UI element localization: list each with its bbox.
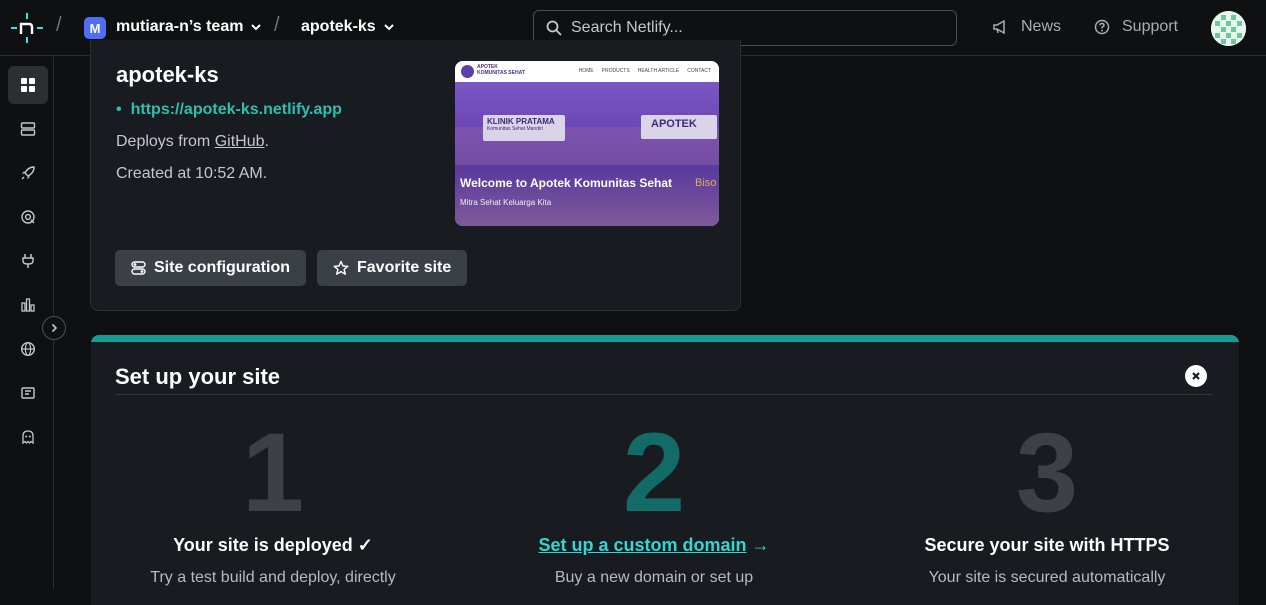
preview-hero: KLINIK PRATAMA Komunitas Sehat Mandiri A… — [455, 82, 719, 226]
breadcrumb-separator: / — [274, 14, 280, 36]
sidebar-item-domains[interactable] — [8, 330, 48, 368]
globe-icon — [20, 341, 36, 357]
breadcrumb-separator: / — [56, 14, 62, 36]
step-title: Secure your site with HTTPS — [924, 535, 1170, 555]
favorite-site-label: Favorite site — [357, 259, 452, 276]
deploy-source-prefix: Deploys from — [116, 133, 215, 150]
step-description: Your site is secured automatically — [928, 569, 1166, 586]
site-overview-card: apotek-ks • https://apotek-ks.netlify.ap… — [90, 40, 741, 311]
setup-step-3: 3 Secure your site with HTTPS Your site … — [887, 417, 1207, 590]
preview-sign-right: APOTEK — [641, 115, 717, 139]
sidebar-item-logs[interactable] — [8, 198, 48, 236]
created-at: Created at 10:52 AM. — [116, 165, 268, 182]
logs-icon — [21, 210, 35, 224]
preview-nav: HOME PRODUCTS HEALTH ARTICLE CONTACT — [579, 68, 711, 74]
overview-icon — [21, 78, 35, 92]
star-icon — [333, 260, 349, 275]
step-number: 3 — [1015, 410, 1079, 535]
chevron-down-icon — [251, 24, 262, 31]
chevron-down-icon — [383, 24, 394, 31]
identicon-icon — [1211, 11, 1246, 46]
setup-divider — [115, 394, 1213, 395]
close-button[interactable] — [1185, 365, 1207, 387]
site-configuration-label: Site configuration — [154, 259, 290, 276]
deploy-source: Deploys from GitHub. — [116, 133, 269, 151]
preview-logo-icon — [461, 65, 474, 78]
github-link[interactable]: GitHub — [215, 133, 265, 150]
arrow-right-icon: → — [751, 535, 770, 555]
sidebar-item-deploy-rocket[interactable] — [8, 154, 48, 192]
team-avatar: M — [84, 17, 106, 39]
setup-step-2: 2 Set up a custom domain → Buy a new dom… — [494, 417, 814, 590]
user-avatar[interactable] — [1211, 11, 1246, 46]
search-placeholder: Search Netlify... — [571, 19, 683, 36]
search-icon — [546, 20, 562, 36]
preview-sign-left-line2: Komunitas Sehat Mandiri — [487, 126, 543, 132]
sidebar-item-overview[interactable] — [8, 66, 48, 104]
site-name: apotek-ks — [301, 18, 376, 35]
site-configuration-button[interactable]: Site configuration — [115, 250, 306, 286]
forms-icon — [21, 387, 35, 399]
support-link[interactable]: Support — [1094, 18, 1178, 36]
ghost-icon — [22, 430, 34, 445]
team-name: mutiara-n’s team — [116, 18, 244, 35]
preview-brand-line2: KOMUNITAS SEHAT — [477, 70, 525, 76]
custom-domain-link-text: Set up a custom domain — [538, 535, 747, 555]
preview-nav-item: HOME — [578, 68, 594, 74]
preview-subline: Mitra Sehat Keluarga Kita — [460, 198, 552, 207]
sidebar-item-analytics[interactable] — [8, 286, 48, 324]
news-link[interactable]: News — [992, 18, 1061, 36]
custom-domain-link[interactable]: Set up a custom domain → — [494, 535, 814, 556]
preview-headline: Welcome to Apotek Komunitas Sehat — [460, 176, 673, 190]
analytics-icon — [21, 298, 35, 312]
setup-step-1: 1 Your site is deployed ✓ Try a test bui… — [113, 417, 433, 590]
setup-accent-bar — [91, 335, 1239, 342]
megaphone-icon — [993, 19, 1005, 35]
netlify-logo-icon[interactable] — [10, 12, 44, 44]
team-switcher[interactable]: mutiara-n’s team — [116, 18, 262, 36]
sidebar-item-deploys[interactable] — [8, 110, 48, 148]
preview-brand: APOTEK KOMUNITAS SEHAT — [477, 64, 525, 76]
setup-panel: Set up your site 1 Your site is deployed… — [91, 335, 1239, 605]
sidebar-item-integrations[interactable] — [8, 242, 48, 280]
step-number: 1 — [241, 410, 305, 535]
preview-nav-item: HEALTH ARTICLE — [637, 68, 680, 74]
setup-title: Set up your site — [115, 364, 281, 389]
settings-toggle-icon — [131, 261, 146, 275]
site-url-link[interactable]: • https://apotek-ks.netlify.app — [116, 101, 342, 119]
step-number: 2 — [622, 410, 686, 535]
favorite-site-button[interactable]: Favorite site — [317, 250, 468, 286]
help-circle-icon — [1094, 19, 1110, 35]
site-url-text: https://apotek-ks.netlify.app — [130, 101, 342, 118]
sidebar-item-extensions[interactable] — [8, 418, 48, 456]
step-title: Your site is deployed ✓ — [173, 535, 373, 555]
site-preview-image[interactable]: APOTEK KOMUNITAS SEHAT HOME PRODUCTS HEA… — [455, 61, 719, 226]
chevron-right-icon — [51, 323, 58, 333]
preview-nav-item: CONTACT — [687, 68, 711, 74]
preview-nav-item: PRODUCTS — [601, 68, 630, 74]
site-title: apotek-ks — [116, 62, 219, 87]
news-label: News — [1021, 18, 1062, 35]
close-icon — [1192, 372, 1200, 380]
preview-side-text: Biso — [695, 177, 717, 189]
step-description: Try a test build and deploy, directly — [150, 569, 396, 586]
step-description: Buy a new domain or set up — [554, 569, 754, 586]
rocket-icon — [21, 166, 35, 180]
sidebar-item-forms[interactable] — [8, 374, 48, 412]
site-switcher[interactable]: apotek-ks — [301, 18, 394, 36]
sidebar-expand-button[interactable] — [42, 316, 66, 340]
preview-sign-left-line1: KLINIK PRATAMA — [487, 117, 555, 126]
preview-header: APOTEK KOMUNITAS SEHAT HOME PRODUCTS HEA… — [455, 61, 719, 82]
preview-sign-left: KLINIK PRATAMA Komunitas Sehat Mandiri — [483, 115, 565, 141]
plug-icon — [22, 254, 34, 268]
support-label: Support — [1122, 18, 1179, 35]
deploy-source-suffix: . — [264, 133, 269, 150]
status-dot: • — [116, 101, 122, 118]
deploys-icon — [20, 122, 36, 136]
